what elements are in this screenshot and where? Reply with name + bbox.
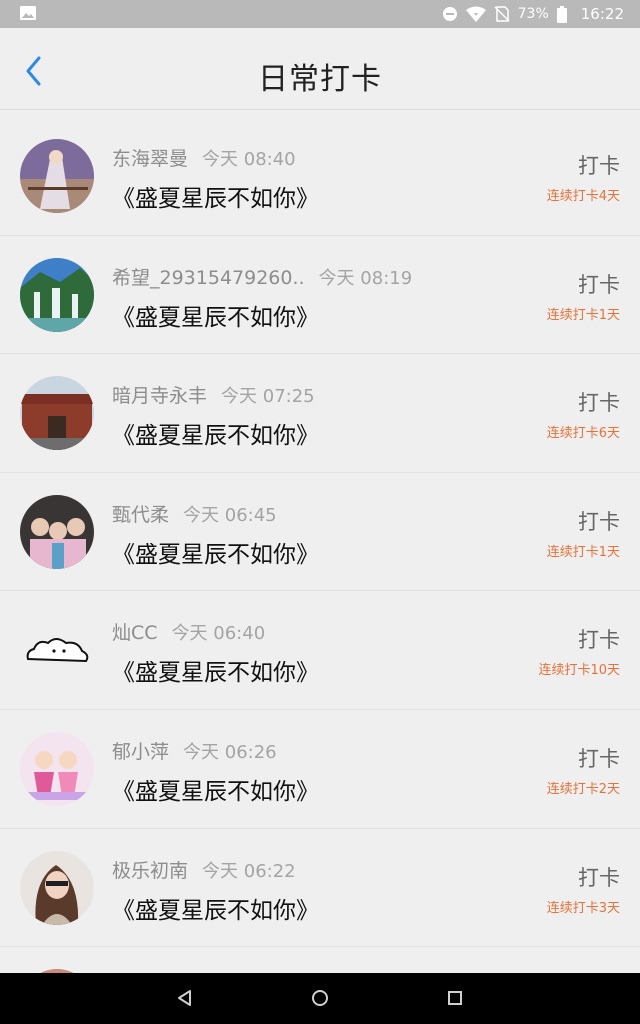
name-line: 极乐初南 今天 06:22 (112, 856, 296, 883)
checkin-label: 打卡 (578, 746, 620, 771)
book-title[interactable]: 《盛夏星辰不如你》 (112, 179, 319, 213)
checkin-feed: 东海翠曼 今天 08:40 《盛夏星辰不如你》 打卡 连续打卡4天 希望_2931… (0, 117, 640, 973)
book-title[interactable]: 《盛夏星辰不如你》 (112, 653, 319, 687)
user-name[interactable]: 暗月寺永丰 (112, 385, 207, 407)
post-time: 今天 07:25 (221, 386, 315, 408)
checkin-label: 打卡 (578, 272, 620, 297)
book-title[interactable]: 《盛夏星辰不如你》 (112, 891, 319, 925)
checkin-label: 打卡 (578, 865, 620, 890)
list-item[interactable]: 郁小萍 今天 06:26 《盛夏星辰不如你》 打卡 连续打卡2天 (0, 710, 640, 829)
list-item[interactable]: 暗月寺永丰 今天 07:25 《盛夏星辰不如你》 打卡 连续打卡6天 (0, 354, 640, 473)
name-line: 暗月寺永丰 今天 07:25 (112, 381, 315, 408)
user-name[interactable]: 希望_29315479260.. (112, 267, 305, 289)
system-navigation-bar (0, 973, 640, 1024)
checkin-label: 打卡 (578, 154, 620, 178)
streak-count: 连续打卡4天 (546, 189, 620, 204)
name-line: 灿CC 今天 06:40 (112, 618, 265, 645)
user-avatar[interactable] (20, 257, 94, 332)
checkin-label: 打卡 (578, 628, 620, 653)
book-title[interactable]: 《盛夏星辰不如你》 (112, 416, 319, 450)
do-not-disturb-icon (442, 7, 457, 21)
checkin-label: 打卡 (578, 391, 620, 416)
name-line: 甄代柔 今天 06:45 (112, 500, 277, 527)
book-title[interactable]: 《盛夏星辰不如你》 (112, 535, 319, 569)
post-time: 今天 06:26 (183, 741, 277, 763)
post-time: 今天 08:19 (318, 267, 413, 289)
user-avatar[interactable] (20, 494, 94, 569)
checkin-label: 打卡 (578, 509, 620, 534)
status-icons: 73% 16:22 (442, 0, 624, 28)
list-item[interactable]: 希望_29315479260.. 今天 08:19 《盛夏星辰不如你》 打卡 连续… (0, 236, 640, 355)
user-name[interactable]: 东海翠曼 (112, 148, 188, 170)
recents-nav-icon[interactable] (444, 987, 466, 1009)
no-sim-icon (494, 6, 510, 22)
user-name[interactable]: 灿CC (112, 622, 158, 644)
user-avatar[interactable] (20, 850, 94, 925)
streak-count: 连续打卡3天 (546, 900, 620, 916)
book-title[interactable]: 《盛夏星辰不如你》 (112, 298, 319, 332)
name-line: 郁小萍 今天 06:26 (112, 737, 277, 764)
user-avatar[interactable] (20, 613, 94, 688)
battery-percent: 73% (517, 6, 549, 22)
home-nav-icon[interactable] (309, 987, 331, 1009)
page-title: 日常打卡 (258, 62, 382, 97)
post-time: 今天 06:22 (202, 860, 296, 882)
streak-count: 连续打卡6天 (546, 426, 620, 442)
book-title[interactable]: 《盛夏星辰不如你》 (112, 772, 319, 806)
user-avatar[interactable] (20, 731, 94, 806)
image-notification-icon (20, 6, 36, 20)
post-time: 今天 06:45 (183, 504, 277, 526)
wifi-icon (465, 6, 486, 22)
list-item[interactable]: 极乐初南 今天 06:22 《盛夏星辰不如你》 打卡 连续打卡3天 (0, 829, 640, 948)
user-name[interactable]: 极乐初南 (112, 860, 188, 882)
status-time: 16:22 (580, 5, 624, 23)
post-time: 今天 08:40 (202, 149, 296, 170)
name-line: 东海翠曼 今天 08:40 (112, 144, 296, 171)
post-time: 今天 06:40 (171, 623, 266, 645)
list-item[interactable] (0, 947, 640, 973)
top-bar: 日常打卡 (0, 28, 640, 110)
list-item[interactable]: 东海翠曼 今天 08:40 《盛夏星辰不如你》 打卡 连续打卡4天 (0, 117, 640, 236)
back-nav-icon[interactable] (174, 987, 196, 1009)
list-item[interactable]: 甄代柔 今天 06:45 《盛夏星辰不如你》 打卡 连续打卡1天 (0, 473, 640, 592)
streak-count: 连续打卡2天 (546, 781, 620, 797)
status-bar: 73% 16:22 (0, 0, 640, 28)
user-avatar[interactable] (20, 376, 94, 451)
user-name[interactable]: 郁小萍 (112, 741, 169, 763)
user-avatar[interactable] (20, 139, 94, 213)
battery-icon (556, 5, 567, 23)
streak-count: 连续打卡1天 (546, 544, 620, 560)
streak-count: 连续打卡1天 (546, 307, 620, 323)
list-item[interactable]: 灿CC 今天 06:40 《盛夏星辰不如你》 打卡 连续打卡10天 (0, 591, 640, 710)
name-line: 希望_29315479260.. 今天 08:19 (112, 263, 412, 290)
user-name[interactable]: 甄代柔 (112, 504, 169, 526)
streak-count: 连续打卡10天 (538, 663, 620, 679)
